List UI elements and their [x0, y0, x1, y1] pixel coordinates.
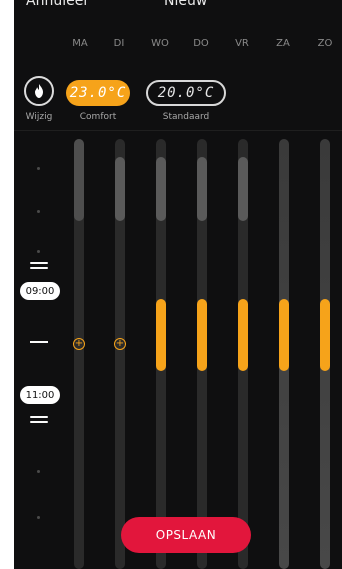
day-ma: MA: [72, 38, 88, 49]
track-zo-comfort-segment[interactable]: [320, 299, 330, 371]
track-wo-comfort-segment[interactable]: [156, 299, 166, 371]
time-dot: [37, 516, 40, 519]
top-bar: Annuleer Nieuw: [14, 0, 342, 30]
day-header: MA DI WO DO VR ZA ZO: [14, 38, 342, 58]
cancel-button[interactable]: Annuleer: [26, 0, 89, 9]
end-time-badge: 11:00: [20, 386, 60, 404]
track-zo[interactable]: [320, 139, 330, 569]
day-wo: WO: [151, 38, 169, 49]
track-ma-standard-segment: [74, 139, 84, 221]
divider: [14, 130, 342, 131]
standard-temp-button[interactable]: 20.0°C: [146, 80, 226, 106]
time-dot: [37, 210, 40, 213]
start-drag-handle[interactable]: [30, 262, 48, 272]
add-period-di-button[interactable]: +: [114, 338, 126, 350]
track-di[interactable]: [115, 139, 125, 569]
flame-icon: [35, 84, 43, 98]
standard-label: Standaard: [162, 112, 210, 122]
track-do[interactable]: [197, 139, 207, 569]
time-dot: [37, 470, 40, 473]
track-za[interactable]: [279, 139, 289, 569]
track-ma[interactable]: [74, 139, 84, 569]
comfort-label: Comfort: [79, 112, 117, 122]
change-label: Wijzig: [25, 112, 53, 122]
add-period-ma-button[interactable]: +: [73, 338, 85, 350]
track-vr[interactable]: [238, 139, 248, 569]
temperature-controls: Wijzig 23.0°C Comfort 20.0°C Standaard: [14, 76, 342, 130]
time-dot: [37, 167, 40, 170]
time-dot: [37, 250, 40, 253]
track-do-comfort-segment[interactable]: [197, 299, 207, 371]
day-di: DI: [113, 38, 125, 49]
end-drag-handle[interactable]: [30, 416, 48, 426]
day-zo: ZO: [317, 38, 333, 49]
track-vr-comfort-segment[interactable]: [238, 299, 248, 371]
start-time-badge: 09:00: [20, 282, 60, 300]
track-wo[interactable]: [156, 139, 166, 569]
track-za-comfort-segment[interactable]: [279, 299, 289, 371]
track-wo-standard-segment: [156, 157, 166, 221]
save-button[interactable]: OPSLAAN: [121, 517, 251, 553]
day-vr: VR: [235, 38, 249, 49]
track-vr-standard-segment: [238, 157, 248, 221]
time-axis: 09:00 11:00: [14, 140, 74, 560]
day-za: ZA: [276, 38, 290, 49]
track-do-standard-segment: [197, 157, 207, 221]
day-do: DO: [193, 38, 209, 49]
track-di-standard-segment: [115, 157, 125, 221]
schedule-screen: Annuleer Nieuw MA DI WO DO VR ZA ZO Wijz…: [14, 0, 342, 569]
flame-button[interactable]: [24, 76, 54, 106]
page-title: Nieuw: [164, 0, 208, 9]
comfort-temp-button[interactable]: 23.0°C: [66, 80, 130, 106]
range-marker: [30, 341, 48, 343]
